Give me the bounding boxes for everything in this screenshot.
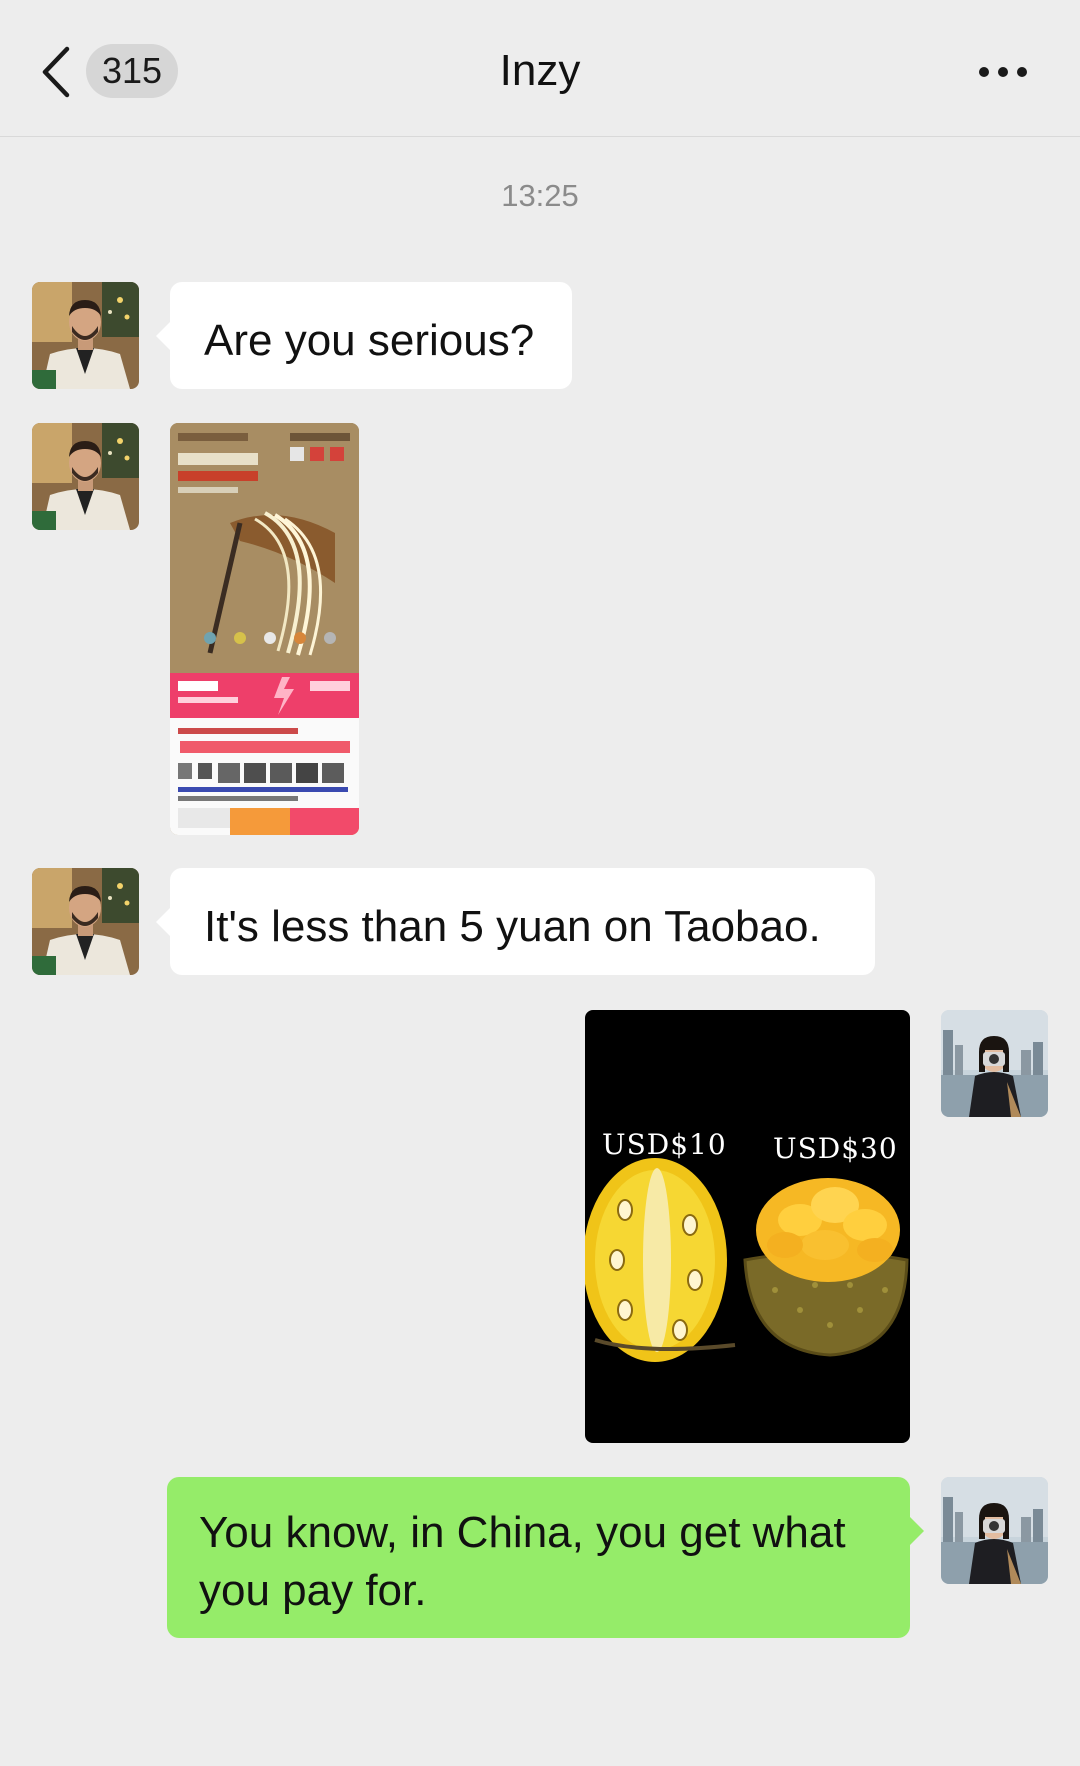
contact-avatar-image (32, 282, 139, 389)
more-options-button[interactable] (974, 48, 1032, 96)
message-text: It's less than 5 yuan on Taobao. (204, 902, 821, 951)
message-text: You know, in China, you get what you pay… (199, 1508, 846, 1615)
chat-header: 315 Inzy (0, 0, 1080, 137)
contact-avatar[interactable] (32, 868, 139, 975)
self-avatar-image (941, 1477, 1048, 1584)
incoming-message-bubble[interactable]: Are you serious? (156, 282, 572, 389)
chat-title: Inzy (499, 46, 581, 95)
message-text: Are you serious? (204, 316, 535, 365)
contact-avatar-image (32, 868, 139, 975)
self-avatar-image (941, 1010, 1048, 1117)
more-dots-icon (979, 67, 1027, 77)
contact-avatar[interactable] (32, 282, 139, 389)
self-avatar[interactable] (941, 1010, 1048, 1117)
incoming-message-bubble[interactable]: It's less than 5 yuan on Taobao. (156, 868, 875, 975)
product-screenshot-image (170, 423, 359, 835)
self-avatar[interactable] (941, 1477, 1048, 1584)
message-timestamp: 13:25 (501, 178, 579, 213)
contact-avatar[interactable] (32, 423, 139, 530)
incoming-image-message[interactable] (170, 423, 359, 835)
outgoing-image-message[interactable]: USD$10 USD$30 (585, 1010, 910, 1443)
price-label-left: USD$10 (602, 1128, 727, 1161)
outgoing-message-bubble[interactable]: You know, in China, you get what you pay… (167, 1477, 924, 1638)
price-label-right: USD$30 (773, 1132, 898, 1165)
contact-avatar-image (32, 423, 139, 530)
jackfruit-comparison-image (585, 1010, 910, 1443)
